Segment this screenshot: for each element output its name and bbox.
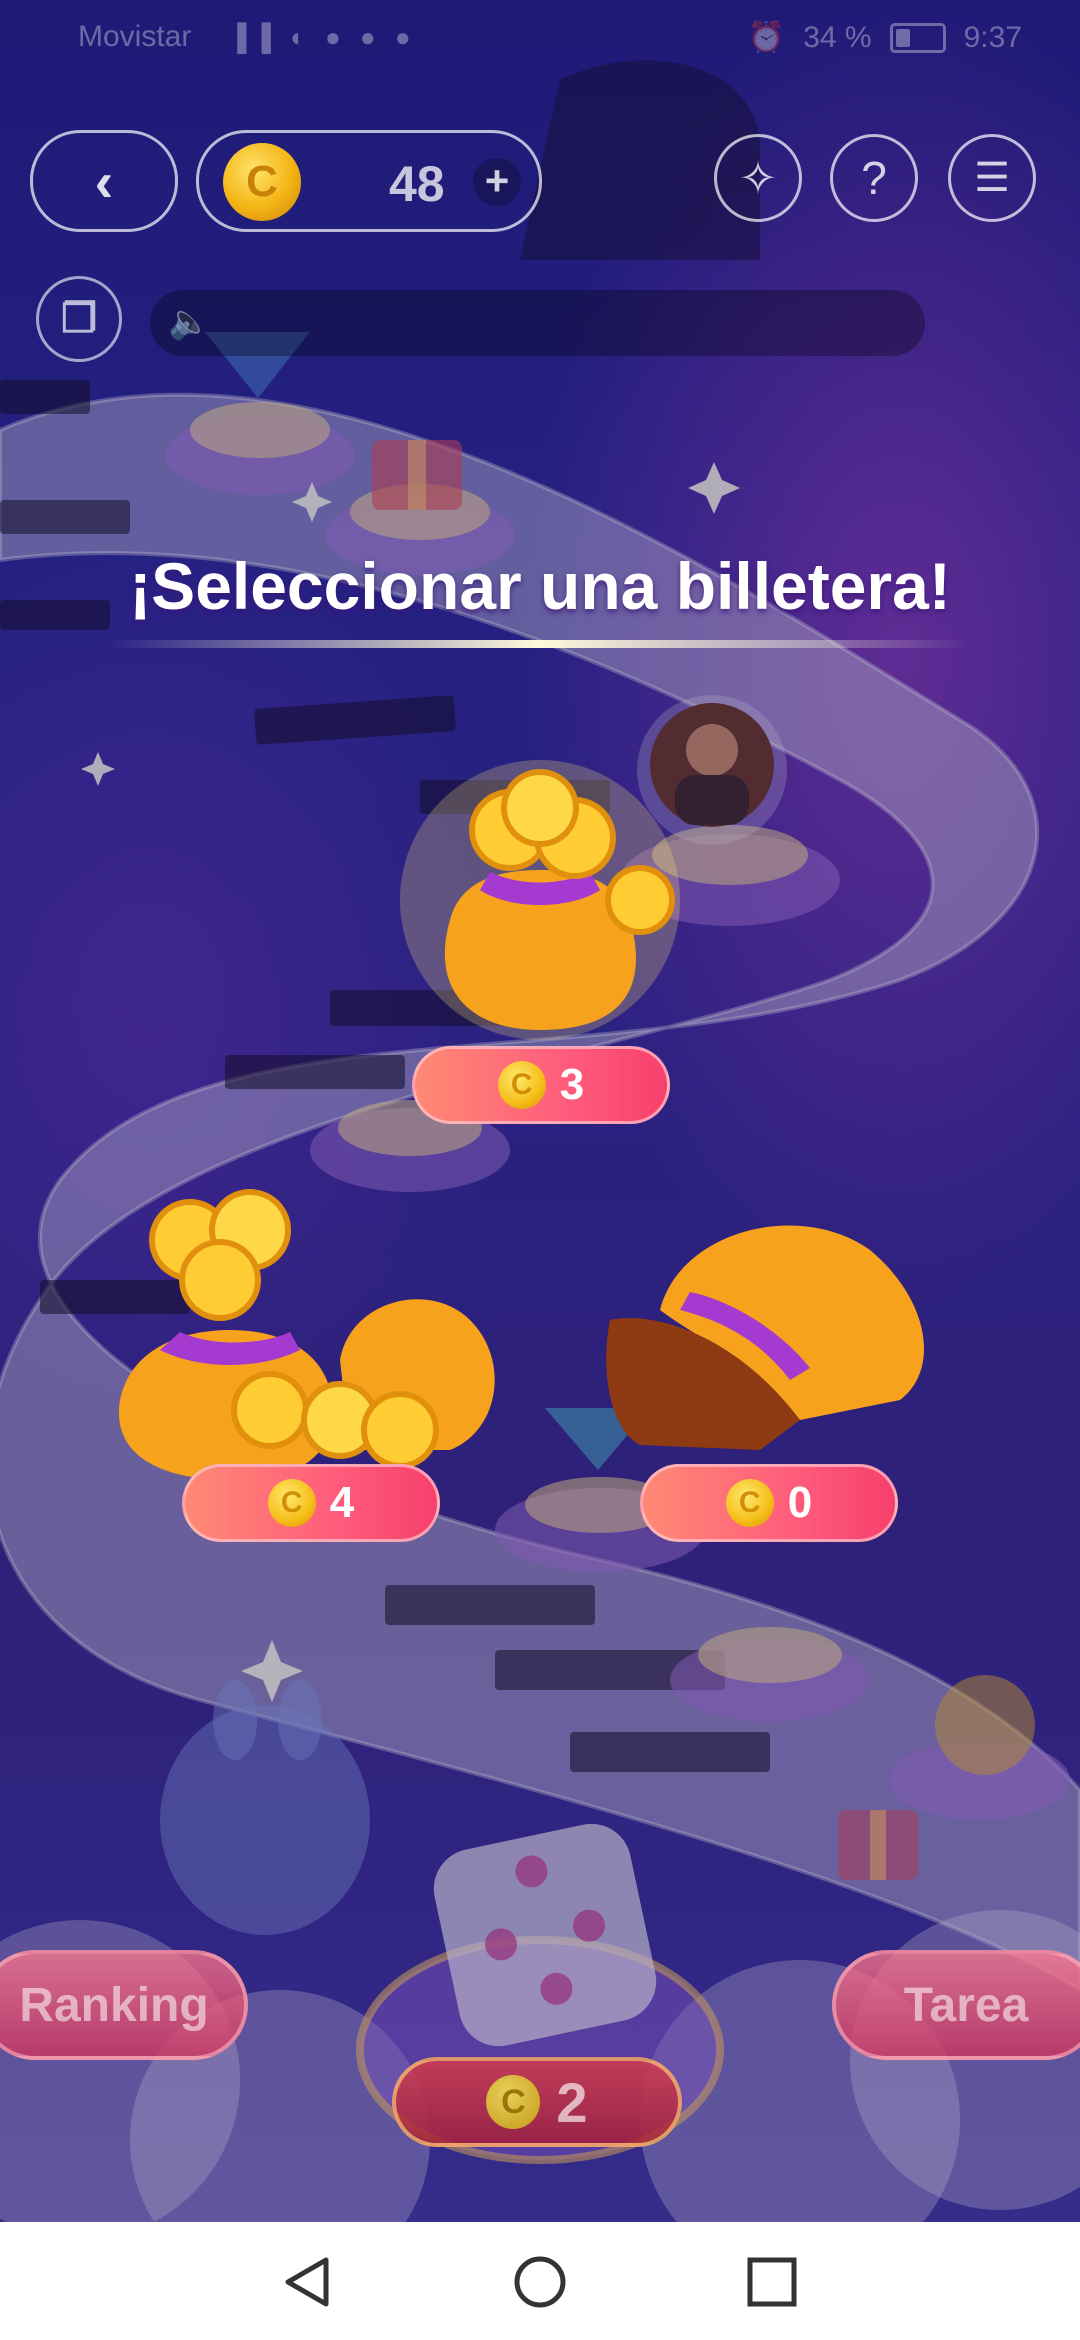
speaker-icon: 🔈 xyxy=(168,303,211,341)
magic-wand-button[interactable]: ✧ xyxy=(714,134,802,222)
wallet-2-amount: 4 xyxy=(329,1478,355,1527)
home-circle-icon[interactable] xyxy=(512,2254,568,2310)
wallet-1-value[interactable]: C 3 xyxy=(412,1046,670,1124)
coin-icon: C xyxy=(725,1479,774,1527)
ranking-label: Ranking xyxy=(19,1978,209,2032)
settings-menu-button[interactable]: ☰ xyxy=(948,134,1036,222)
dice-count-value: 2 xyxy=(556,2070,588,2134)
question-icon: ? xyxy=(861,152,887,204)
wallet-3-amount: 0 xyxy=(787,1478,813,1527)
alarm-icon: ⏰ xyxy=(747,21,786,54)
wallet-dialog-title: ¡Seleccionar una billetera! xyxy=(129,549,951,623)
task-label: Tarea xyxy=(903,1978,1029,2032)
chevron-left-icon: ‹ xyxy=(94,149,114,213)
status-bar: Movistar ▐▐ ◐ ● ● ● ⏰ 34 % 9:37 xyxy=(0,0,1080,76)
back-triangle-icon[interactable] xyxy=(280,2254,336,2310)
coin-bag-icon xyxy=(400,760,680,1040)
wallet-option-3[interactable] xyxy=(600,1200,940,1460)
empty-bag-icon xyxy=(606,1225,924,1450)
carrier-name: Movistar xyxy=(78,20,192,53)
coin-bags-icon xyxy=(118,1189,495,1480)
coin-icon: C xyxy=(486,2075,541,2129)
coin-count: 48 xyxy=(389,156,445,212)
dice-roll-count[interactable]: C 2 xyxy=(392,2057,682,2147)
task-button[interactable]: Tarea xyxy=(832,1950,1080,2060)
title-underline xyxy=(110,640,970,648)
coin-balance[interactable]: C 48 + xyxy=(196,130,542,232)
wallet-2-value[interactable]: C 4 xyxy=(182,1464,440,1542)
wallet-option-2[interactable] xyxy=(110,1180,510,1480)
ranking-button[interactable]: Ranking xyxy=(0,1950,248,2060)
back-button[interactable]: ‹ xyxy=(30,130,178,232)
battery-percent: 34 % xyxy=(803,20,872,54)
coin-icon: C xyxy=(267,1479,316,1527)
recents-square-icon[interactable] xyxy=(744,2254,800,2310)
system-nav-bar xyxy=(0,2222,1080,2340)
announcement-bar: 🔈 xyxy=(150,290,925,356)
battery-icon xyxy=(889,22,946,53)
wallet-3-value[interactable]: C 0 xyxy=(640,1464,898,1542)
menu-settings-icon: ☰ xyxy=(974,156,1010,200)
add-coins-button[interactable]: + xyxy=(473,158,521,206)
signal-icons: ▐▐ ◐ ● ● ● xyxy=(228,22,417,52)
share-button[interactable]: ❐ xyxy=(36,276,122,362)
share-icon: ❐ xyxy=(61,297,97,341)
coin-icon: C xyxy=(223,143,301,221)
clock: 9:37 xyxy=(963,20,1022,54)
wallet-1-amount: 3 xyxy=(559,1060,585,1109)
help-button[interactable]: ? xyxy=(830,134,918,222)
magic-wand-icon: ✧ xyxy=(738,152,778,204)
wallet-option-1[interactable] xyxy=(390,760,690,1040)
coin-icon: C xyxy=(497,1061,546,1109)
